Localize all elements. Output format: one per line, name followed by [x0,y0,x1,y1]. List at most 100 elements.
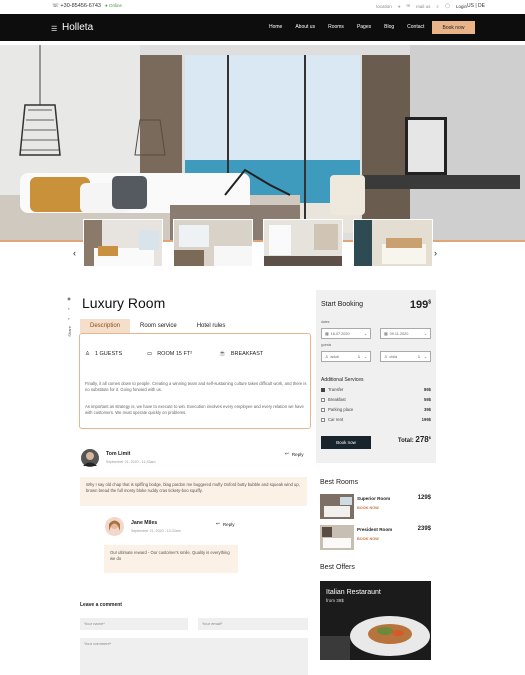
location-link[interactable]: location [376,4,392,9]
gallery-thumb-4[interactable] [353,219,433,267]
room-book-link[interactable]: BOOK NOW [357,506,379,510]
adult-select[interactable]: ♙ adult 1 ⌄ [321,351,371,362]
status-dot-icon: ● [105,3,108,8]
menu-icon[interactable]: ☰ [51,25,57,33]
gallery-thumb-3[interactable] [263,219,343,267]
comment-author: Tom Limit [106,451,131,457]
calendar-icon: ▦ [325,332,329,336]
room-thumbnail [320,525,354,550]
child-count: 1 [417,354,420,359]
tab-description[interactable]: Description [80,319,131,333]
description-panel: ♙ 1 GUESTS ▭ ROOM 15 FT² ☕ BREAKFAST Fin… [79,333,311,429]
room-name: President Room [357,527,393,532]
facebook-icon[interactable]: ▪ [68,306,69,311]
calendar-icon: ▦ [384,332,388,336]
mail-link[interactable]: mail us [416,4,430,9]
nav-blog[interactable]: Blog [384,24,394,30]
best-room-item[interactable]: President Room 239$ BOOK NOW [320,525,431,550]
room-hero-image [0,45,525,241]
chevron-down-icon: ⌄ [423,332,427,336]
service-label: Parking place [328,407,354,412]
checkbox[interactable] [321,407,325,412]
amenity-guests: ♙ 1 GUESTS [85,351,122,357]
brand-logo[interactable]: Holleta [62,22,93,33]
service-price: 199$ [421,417,431,422]
name-field[interactable]: Your name* [80,618,188,630]
service-parking[interactable]: Parking place [321,407,353,412]
booking-price: 199$ [410,299,431,311]
offer-card[interactable]: Italian Restaraunt from 39$ [320,581,431,660]
child-select[interactable]: ♙ child 1 ⌄ [380,351,431,362]
check-out-date[interactable]: ▦ 09.11.2020 ⌄ [380,328,431,339]
adult-count: 1 [357,354,360,359]
adult-label: adult [330,354,339,359]
search-icon[interactable]: ⌕ [436,4,439,9]
room-book-link[interactable]: BOOK NOW [357,537,379,541]
user-icon[interactable]: ◯ [445,3,450,9]
service-transfer[interactable]: Transfer [321,387,343,392]
dates-label: dates [321,320,330,324]
email-field[interactable]: Your email* [198,618,308,630]
amenity-size: ▭ ROOM 15 FT² [147,351,192,357]
nav-book-button[interactable]: Book now [432,21,475,34]
location-icon: ⌖ [397,3,401,9]
phone-number: +30-85456-6743 [60,3,101,9]
reply-button[interactable]: ↩ Reply [216,521,235,527]
nav-home[interactable]: Home [269,24,282,30]
login-link[interactable]: Login [456,4,467,9]
reply-icon: ↩ [285,451,289,456]
pinterest-icon[interactable]: ◉ [67,296,71,301]
gallery-thumb-1[interactable] [83,219,163,267]
best-room-item[interactable]: Superior Room 129$ BOOK NOW [320,494,431,519]
chevron-down-icon: ⌄ [423,355,427,359]
guests-label: guests [321,343,332,347]
best-offers-title: Best Offers [320,564,355,571]
nav-rooms[interactable]: Rooms [328,24,344,30]
service-label: Car rent [328,417,344,422]
check-in-value: 16.07.2020 [330,331,350,336]
check-in-date[interactable]: ▦ 16.07.2020 ⌄ [321,328,371,339]
breakfast-icon: ☕ [219,351,226,357]
room-title: Luxury Room [82,295,166,311]
offer-name: Italian Restaraunt [326,589,381,596]
checkbox[interactable] [321,417,325,422]
nav-pages[interactable]: Pages [357,24,371,30]
share-label: Share [66,326,72,337]
total-label: Total: [397,438,414,444]
nav-about[interactable]: About us [295,24,315,30]
reply-button[interactable]: ↩ Reply [285,451,304,457]
guest-icon: ♙ [85,351,90,357]
thumb-bedroom-image [84,220,162,266]
checkbox[interactable] [321,397,325,402]
service-breakfast[interactable]: Breakfast [321,397,346,402]
twitter-icon[interactable]: ▪ [68,316,69,321]
share-bar: ◉ ▪ ▪ Share [64,296,74,337]
comment-text: Our ultimate reward - Our customer's smi… [104,545,238,573]
online-status: ● Online [105,3,122,8]
service-car-rent[interactable]: Car rent [321,417,343,422]
tab-room-service[interactable]: Room service [130,319,187,333]
online-label: Online [108,3,122,8]
book-now-button[interactable]: Book now [321,436,371,449]
services-title: Additional Services [321,377,364,383]
nav-contact[interactable]: Contact [407,24,424,30]
brand-name: Holleta [62,22,94,33]
gallery-next-arrow[interactable]: › [434,248,437,258]
main-nav: ☰ Holleta Home About us Rooms Pages Blog… [0,14,525,41]
amenity-breakfast: ☕ BREAKFAST [219,351,263,357]
top-bar: ☏ +30-85456-6743 ● Online location ⌖ ✉ m… [0,0,525,14]
gallery-thumb-2[interactable] [173,219,253,267]
phone-contact[interactable]: ☏ +30-85456-6743 [52,3,101,9]
reply-label: Reply [291,451,304,457]
amenity-guests-label: 1 GUESTS [94,351,123,357]
avatar [81,449,99,467]
tab-hotel-rules[interactable]: Hotel rules [187,319,236,333]
gallery-prev-arrow[interactable]: ‹ [73,248,76,258]
comment-field[interactable]: Your comment* [80,638,308,675]
room-thumbnail [320,494,354,519]
language-switch[interactable]: US | DE [467,3,485,9]
comment-author: Jane Miles [131,520,158,526]
topbar-right: location ⌖ ✉ mail us ⌕ ◯ Login [376,3,467,9]
chevron-down-icon: ⌄ [363,355,367,359]
checkbox-checked[interactable] [321,387,325,392]
